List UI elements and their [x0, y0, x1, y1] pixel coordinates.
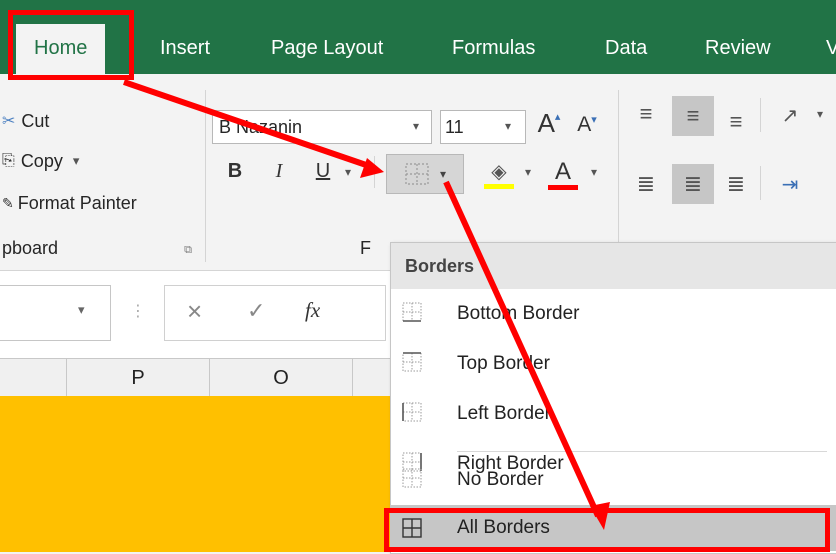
arrow-head — [590, 502, 610, 530]
arrow-to-borders-button — [123, 79, 373, 170]
annotation-arrows — [123, 79, 610, 530]
arrow-to-all-borders — [443, 180, 601, 518]
